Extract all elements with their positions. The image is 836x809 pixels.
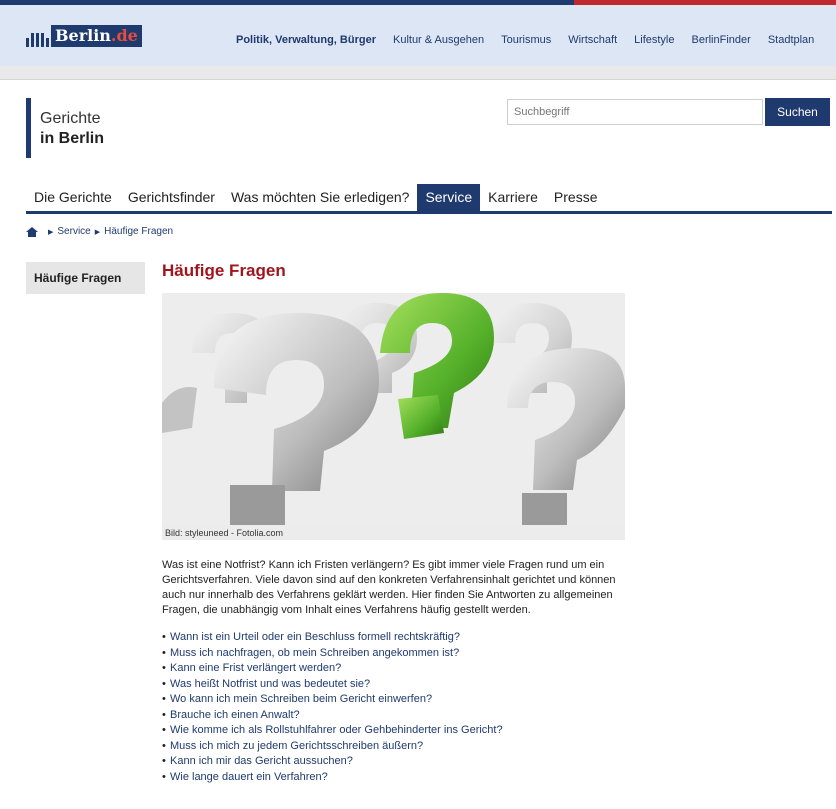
list-item: • Brauche ich einen Anwalt?	[162, 708, 300, 721]
list-item: • Kann ich mir das Gericht aussuchen?	[162, 755, 353, 767]
tab-die-gerichte[interactable]: Die Gerichte	[26, 184, 120, 211]
faq-link[interactable]: Kann ich mir das Gericht aussuchen?	[170, 755, 353, 767]
list-item: • Muss ich mich zu jedem Gerichtsschreibe…	[162, 739, 424, 752]
portal-nav-wirtschaft[interactable]: Wirtschaft	[568, 34, 617, 46]
faq-list: • Wann ist ein Urteil oder ein Beschluss …	[162, 630, 503, 785]
question-marks-illustration	[162, 293, 625, 525]
list-item: • Wo kann ich mein Schreiben beim Gericht…	[162, 693, 433, 705]
hero-image	[162, 293, 625, 525]
portal-nav: Politik, Verwaltung, Bürger Kultur & Aus…	[236, 34, 831, 46]
sidebar-item-haeufige-fragen[interactable]: Häufige Fragen	[26, 262, 145, 294]
faq-link[interactable]: Muss ich nachfragen, ob mein Schreiben a…	[170, 647, 459, 659]
list-item: • Wann ist ein Urteil oder ein Beschluss …	[162, 631, 460, 643]
main-nav: Die Gerichte Gerichtsfinder Was möchten …	[26, 184, 832, 214]
brandenburg-gate-icon	[26, 27, 49, 47]
faq-link[interactable]: Brauche ich einen Anwalt?	[170, 709, 300, 721]
tab-karriere[interactable]: Karriere	[480, 184, 546, 211]
breadcrumb-service[interactable]: Service	[57, 226, 90, 237]
portal-accent-stripe	[574, 0, 836, 5]
breadcrumb-haeufige-fragen[interactable]: Häufige Fragen	[104, 226, 173, 237]
list-item: • Wie komme ich als Rollstuhlfahrer oder …	[162, 724, 503, 736]
search-input[interactable]	[507, 99, 763, 125]
breadcrumb-arrow-icon: ▶	[48, 228, 54, 236]
site-title-line1: Gerichte	[40, 110, 101, 127]
faq-link[interactable]: Wann ist ein Urteil oder ein Beschluss f…	[170, 631, 460, 643]
logo-suffix: .de	[110, 26, 138, 45]
portal-nav-lifestyle[interactable]: Lifestyle	[634, 34, 674, 46]
breadcrumb-arrow-icon: ▶	[94, 228, 101, 236]
faq-link[interactable]: Wo kann ich mein Schreiben beim Gericht …	[170, 693, 432, 705]
portal-nav-tourismus[interactable]: Tourismus	[501, 34, 551, 46]
portal-header: Berlin.de Politik, Verwaltung, Bürger Ku…	[0, 0, 836, 66]
faq-link[interactable]: Wie komme ich als Rollstuhlfahrer oder G…	[170, 724, 503, 736]
list-item: • Muss ich nachfragen, ob mein Schreiben …	[162, 646, 460, 659]
faq-link[interactable]: Muss ich mich zu jedem Gerichtsschreiben…	[170, 740, 423, 752]
portal-nav-politik[interactable]: Politik, Verwaltung, Bürger	[236, 34, 376, 46]
faq-link[interactable]: Wie lange dauert ein Verfahren?	[170, 771, 328, 783]
portal-nav-stadtplan[interactable]: Stadtplan	[768, 34, 814, 46]
tab-service[interactable]: Service	[417, 184, 481, 211]
site-title-line2: in Berlin	[40, 130, 105, 147]
logo-text: Berlin	[55, 26, 111, 45]
list-item: • Wie lange dauert ein Verfahren?	[162, 770, 328, 783]
list-item: • Was heißt Notfrist und was bedeutet sie…	[162, 677, 371, 690]
faq-link[interactable]: Was heißt Notfrist und was bedeutet sie?	[170, 678, 370, 690]
home-icon[interactable]	[26, 226, 38, 237]
faq-link[interactable]: Kann eine Frist verlängert werden?	[170, 662, 341, 674]
tab-was-moechten-sie-erledigen[interactable]: Was möchten Sie erledigen?	[223, 184, 417, 211]
search-button[interactable]: Suchen	[765, 98, 830, 126]
list-item: • Kann eine Frist verlängert werden?	[162, 662, 342, 674]
image-caption: Bild: styleuneed - Fotolia.com	[162, 525, 625, 540]
breadcrumb: ▶ Service ▶ Häufige Fragen	[26, 226, 173, 237]
site-title[interactable]: Gerichte in Berlin	[26, 98, 104, 158]
tab-gerichtsfinder[interactable]: Gerichtsfinder	[120, 184, 223, 211]
portal-nav-berlinfinder[interactable]: BerlinFinder	[692, 34, 751, 46]
berlin-logo[interactable]: Berlin.de	[26, 25, 142, 47]
page-title: Häufige Fragen	[162, 261, 286, 280]
portal-subbar	[0, 66, 836, 80]
portal-nav-kultur[interactable]: Kultur & Ausgehen	[393, 34, 484, 46]
intro-text: Was ist eine Notfrist? Kann ich Fristen …	[162, 559, 616, 616]
logo-wordmark: Berlin.de	[51, 25, 142, 47]
tab-presse[interactable]: Presse	[546, 184, 606, 211]
